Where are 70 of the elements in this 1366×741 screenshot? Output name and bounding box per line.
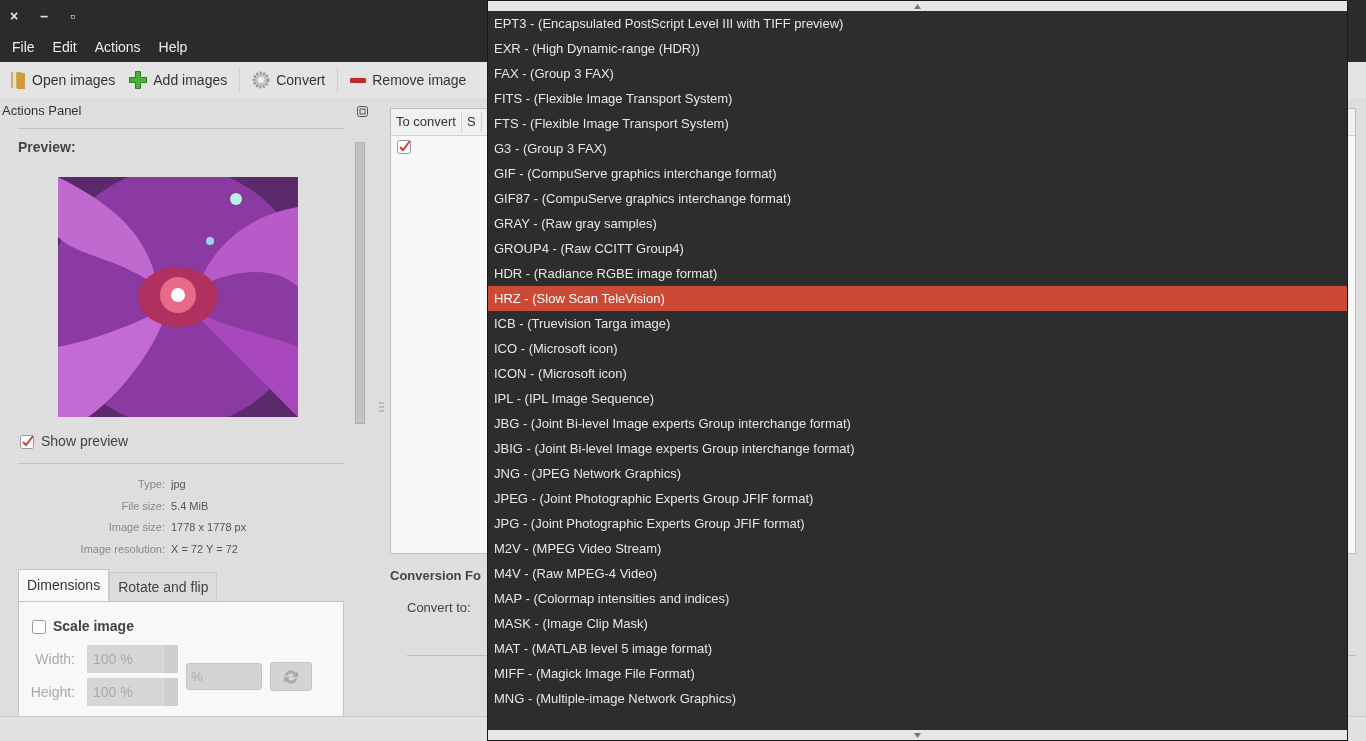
info-value: X = 72 Y = 72 [171,541,239,557]
plus-icon [129,71,148,89]
menu-item[interactable]: G3 - (Group 3 FAX) [488,136,1347,161]
menu-item[interactable]: M2V - (MPEG Video Stream) [488,536,1347,561]
menu-item[interactable]: JNG - (JPEG Network Graphics) [488,461,1347,486]
column-header[interactable]: S [462,112,482,132]
section-heading: Preview: [18,138,77,157]
menu-item[interactable]: ICON - (Microsoft icon) [488,361,1347,386]
menu-item[interactable]: JBIG - (Joint Bi-level Image experts Group interchange format) [488,436,1347,461]
scroll-down-icon[interactable] [914,732,921,738]
toolbar-button[interactable]: Convert [250,65,328,95]
scroll-up-icon[interactable] [914,3,921,9]
menu-item[interactable]: Edit [52,36,77,58]
tab[interactable]: Dimensions [18,569,110,601]
menu-item[interactable]: Actions [94,36,141,58]
gear-icon [252,71,271,89]
menu-item[interactable]: GRAY - (Raw gray samples) [488,211,1347,236]
checkbox[interactable] [20,434,34,449]
menu-item[interactable]: GIF - (CompuServe graphics interchange format) [488,161,1347,186]
close-button[interactable]: × [10,5,19,27]
grip-icon[interactable] [378,402,384,412]
info-value: 5.4 MiB [171,498,210,514]
menu-item[interactable]: JPEG - (Joint Photographic Experts Group JFIF format) [488,486,1347,511]
menu-item[interactable]: FITS - (Flexible Image Transport System) [488,86,1347,111]
checkbox[interactable] [397,140,411,154]
menu-item[interactable]: HRZ - (Slow Scan TeleVision) [488,286,1347,311]
menu-item[interactable]: MNG - (Multiple-image Network Graphics) [488,686,1347,711]
menu-item[interactable]: File [12,36,35,58]
book-icon [10,71,26,89]
menu-item[interactable]: EXR - (High Dynamic-range (HDR)) [488,36,1347,61]
menu-item[interactable]: MIFF - (Magick Image File Format) [488,661,1347,686]
field-label: Width: [34,649,76,669]
menu-item[interactable]: ICB - (Truevision Targa image) [488,311,1347,336]
convert-to-label: Convert to: [407,598,471,617]
menu-item[interactable]: EPT3 - (Encapsulated PostScript Level III with TIFF preview) [488,11,1347,36]
menu-item[interactable]: FTS - (Flexible Image Transport System) [488,111,1347,136]
menu-item[interactable]: MASK - (Image Clip Mask) [488,611,1347,636]
menu-item[interactable]: FAX - (Group 3 FAX) [488,61,1347,86]
panel-title: Actions Panel [2,102,82,121]
toolbar-button[interactable]: Open images [8,65,118,95]
checkbox[interactable] [32,619,46,634]
info-label: File size: [120,498,165,514]
column-header[interactable]: To convert [391,112,462,132]
maximize-button[interactable]: ▫ [70,5,75,27]
detach-icon[interactable] [357,105,368,117]
menu-item[interactable]: JBG - (Joint Bi-level Image experts Group interchange format) [488,411,1347,436]
info-value: 1778 x 1778 px [171,520,248,535]
menu-item[interactable]: MAT - (MATLAB level 5 image format) [488,636,1347,661]
checkbox-label: Scale image [53,617,134,636]
menu-item[interactable]: GROUP4 - (Raw CCITT Group4) [488,236,1347,261]
toolbar-button[interactable]: Remove image [348,65,469,95]
menu-item[interactable]: Help [158,36,188,58]
info-label: Image size: [107,520,165,535]
checkbox-label: Show preview [41,432,129,451]
tab[interactable]: Rotate and flip [109,572,218,601]
info-label: Image resolution: [79,541,165,557]
section-heading: Conversion Fo [390,567,481,585]
menu-item[interactable]: ICO - (Microsoft icon) [488,336,1347,361]
menu-item[interactable]: M4V - (Raw MPEG-4 Video) [488,561,1347,586]
menu-item[interactable]: IPL - (IPL Image Sequence) [488,386,1347,411]
info-value: jpg [171,477,187,492]
minimize-button[interactable]: – [40,5,48,27]
menu-item[interactable]: HDR - (Radiance RGBE image format) [488,261,1347,286]
menu-item[interactable]: GIF87 - (CompuServe graphics interchange format) [488,186,1347,211]
info-label: Type: [137,477,165,492]
minus-icon [350,77,367,83]
menu-item[interactable]: MAP - (Colormap intensities and indices) [488,586,1347,611]
field-label: Height: [29,682,76,702]
menu-item[interactable]: JPG - (Joint Photographic Experts Group JFIF format) [488,511,1347,536]
toolbar-button[interactable]: Add images [127,65,230,95]
